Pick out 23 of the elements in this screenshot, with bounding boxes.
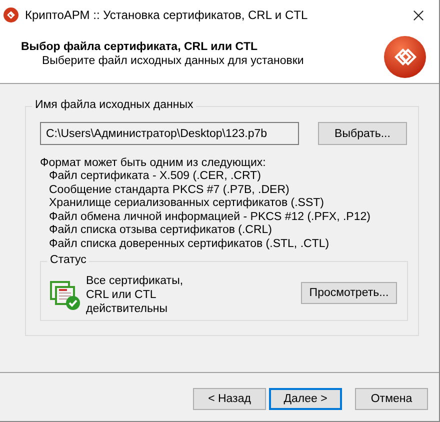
logo-icon (383, 34, 427, 78)
format-item: Хранилище сериализованных сертификатов (.SST) (48, 197, 325, 211)
certificates-check-icon (49, 278, 81, 311)
formats-intro: Формат может быть одним из следующих: (40, 156, 267, 170)
format-item: Файл списка отзыва сертификатов (.CRL) (48, 224, 274, 238)
format-item: Сообщение стандарта PKCS #7 (.P7B, .DER) (48, 184, 290, 198)
close-icon[interactable] (413, 10, 424, 20)
page-title: Выбор файла сертификата, CRL или CTL (21, 40, 259, 52)
format-item: Файл списка доверенных сертификатов (.STL, .CTL) (48, 238, 330, 252)
app-logo-icon (3, 7, 19, 23)
wizard-button[interactable]: < Назад (193, 388, 266, 410)
file-path-field[interactable]: C:\Users\Администратор\Desktop\123.p7b (40, 122, 299, 145)
browse-button[interactable]: Выбрать... (318, 122, 407, 145)
window-title: КриптоАРМ :: Установка сертификатов, CRL и CTL (25, 8, 309, 22)
group-legend: Имя файла исходных данных (32, 99, 196, 111)
wizard-button[interactable]: Далее > (269, 388, 342, 410)
page-subtitle: Выберите файл исходных данных для установки (41, 54, 305, 66)
format-item: Файл сертификата - X.509 (.CER, .CRT) (48, 170, 262, 184)
format-item: Файл обмена личной информацией - PKCS #12 (.PFX, .P12) (48, 210, 372, 224)
status-message: Все сертификаты, CRL или CTL действительны (86, 274, 184, 316)
wizard-button[interactable]: Отмена (355, 388, 428, 410)
view-button[interactable]: Просмотреть... (301, 282, 397, 304)
group-legend: Статус (47, 254, 90, 266)
